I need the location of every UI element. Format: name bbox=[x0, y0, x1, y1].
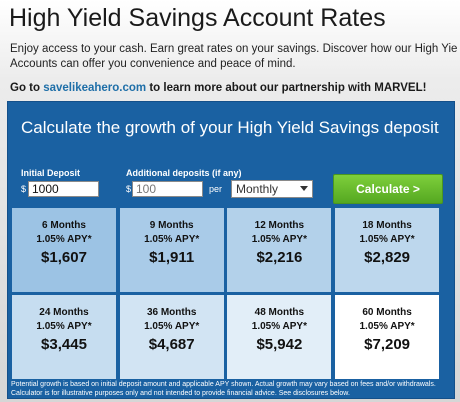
frequency-selected-value: Monthly bbox=[236, 182, 279, 196]
result-period: 24 Months bbox=[39, 307, 89, 318]
intro-line-1: Enjoy access to your cash. Earn great ra… bbox=[10, 43, 458, 55]
partner-link[interactable]: savelikeahero.com bbox=[43, 82, 146, 94]
result-cell: 36 Months 1.05% APY* $4,687 bbox=[119, 295, 224, 379]
savings-calculator: Calculate the growth of your High Yield … bbox=[7, 101, 455, 399]
result-value: $1,607 bbox=[41, 249, 87, 266]
result-apy: 1.05% APY* bbox=[36, 234, 92, 245]
result-value: $7,209 bbox=[364, 336, 411, 353]
partner-line: Go to savelikeahero.com to learn more ab… bbox=[10, 82, 458, 94]
per-label: per bbox=[209, 184, 223, 194]
chevron-down-icon bbox=[300, 186, 308, 191]
result-cell: 9 Months 1.05% APY* $1,911 bbox=[119, 208, 224, 292]
result-value: $2,829 bbox=[364, 249, 411, 266]
disclaimer-text: Potential growth is based on initial dep… bbox=[11, 381, 436, 397]
result-period: 6 Months bbox=[42, 220, 86, 231]
additional-deposits-label: Additional deposits (if any) bbox=[126, 168, 242, 178]
result-value: $1,911 bbox=[149, 249, 195, 266]
result-period: 9 Months bbox=[149, 220, 194, 231]
result-apy: 1.05% APY* bbox=[251, 321, 307, 332]
result-cell: 48 Months 1.05% APY* $5,942 bbox=[227, 295, 332, 379]
initial-deposit-input[interactable] bbox=[28, 181, 99, 197]
result-apy: 1.05% APY* bbox=[359, 234, 415, 245]
intro-line-2: Accounts can offer you convenience and p… bbox=[10, 58, 296, 70]
result-cell: 6 Months 1.05% APY* $1,607 bbox=[12, 208, 116, 292]
calculate-button[interactable]: Calculate > bbox=[333, 174, 443, 204]
result-apy: 1.05% APY* bbox=[251, 234, 307, 245]
result-cell: 60 Months 1.05% APY* $7,209 bbox=[335, 295, 440, 379]
frequency-select[interactable]: Monthly bbox=[231, 180, 313, 198]
results-grid: 6 Months 1.05% APY* $1,607 9 Months 1.05% AP… bbox=[12, 208, 440, 380]
calculator-title: Calculate the growth of your High Yield … bbox=[21, 118, 439, 137]
result-period: 18 Months bbox=[362, 220, 412, 231]
additional-currency-symbol: $ bbox=[126, 184, 132, 194]
partner-prefix: Go to bbox=[10, 82, 44, 94]
page-title: High Yield Savings Account Rates bbox=[9, 4, 386, 32]
result-value: $2,216 bbox=[256, 249, 303, 266]
intro-text: Enjoy access to your cash. Earn great ra… bbox=[10, 42, 458, 72]
result-apy: 1.05% APY* bbox=[359, 321, 415, 332]
result-apy: 1.05% APY* bbox=[144, 321, 200, 332]
result-value: $5,942 bbox=[256, 336, 303, 353]
result-cell: 12 Months 1.05% APY* $2,216 bbox=[227, 208, 332, 292]
result-period: 12 Months bbox=[254, 220, 305, 231]
result-apy: 1.05% APY* bbox=[36, 321, 92, 332]
initial-currency-symbol: $ bbox=[21, 184, 27, 194]
result-value: $4,687 bbox=[148, 336, 195, 353]
result-period: 48 Months bbox=[254, 307, 305, 318]
additional-deposit-input[interactable] bbox=[132, 181, 203, 197]
initial-deposit-label: Initial Deposit bbox=[21, 168, 81, 178]
result-cell: 18 Months 1.05% APY* $2,829 bbox=[335, 208, 440, 292]
result-period: 36 Months bbox=[146, 307, 197, 318]
result-cell: 24 Months 1.05% APY* $3,445 bbox=[12, 295, 116, 379]
partner-suffix: to learn more about our partnership with… bbox=[146, 82, 427, 94]
result-value: $3,445 bbox=[41, 336, 87, 353]
result-period: 60 Months bbox=[362, 307, 412, 318]
result-apy: 1.05% APY* bbox=[144, 234, 200, 245]
